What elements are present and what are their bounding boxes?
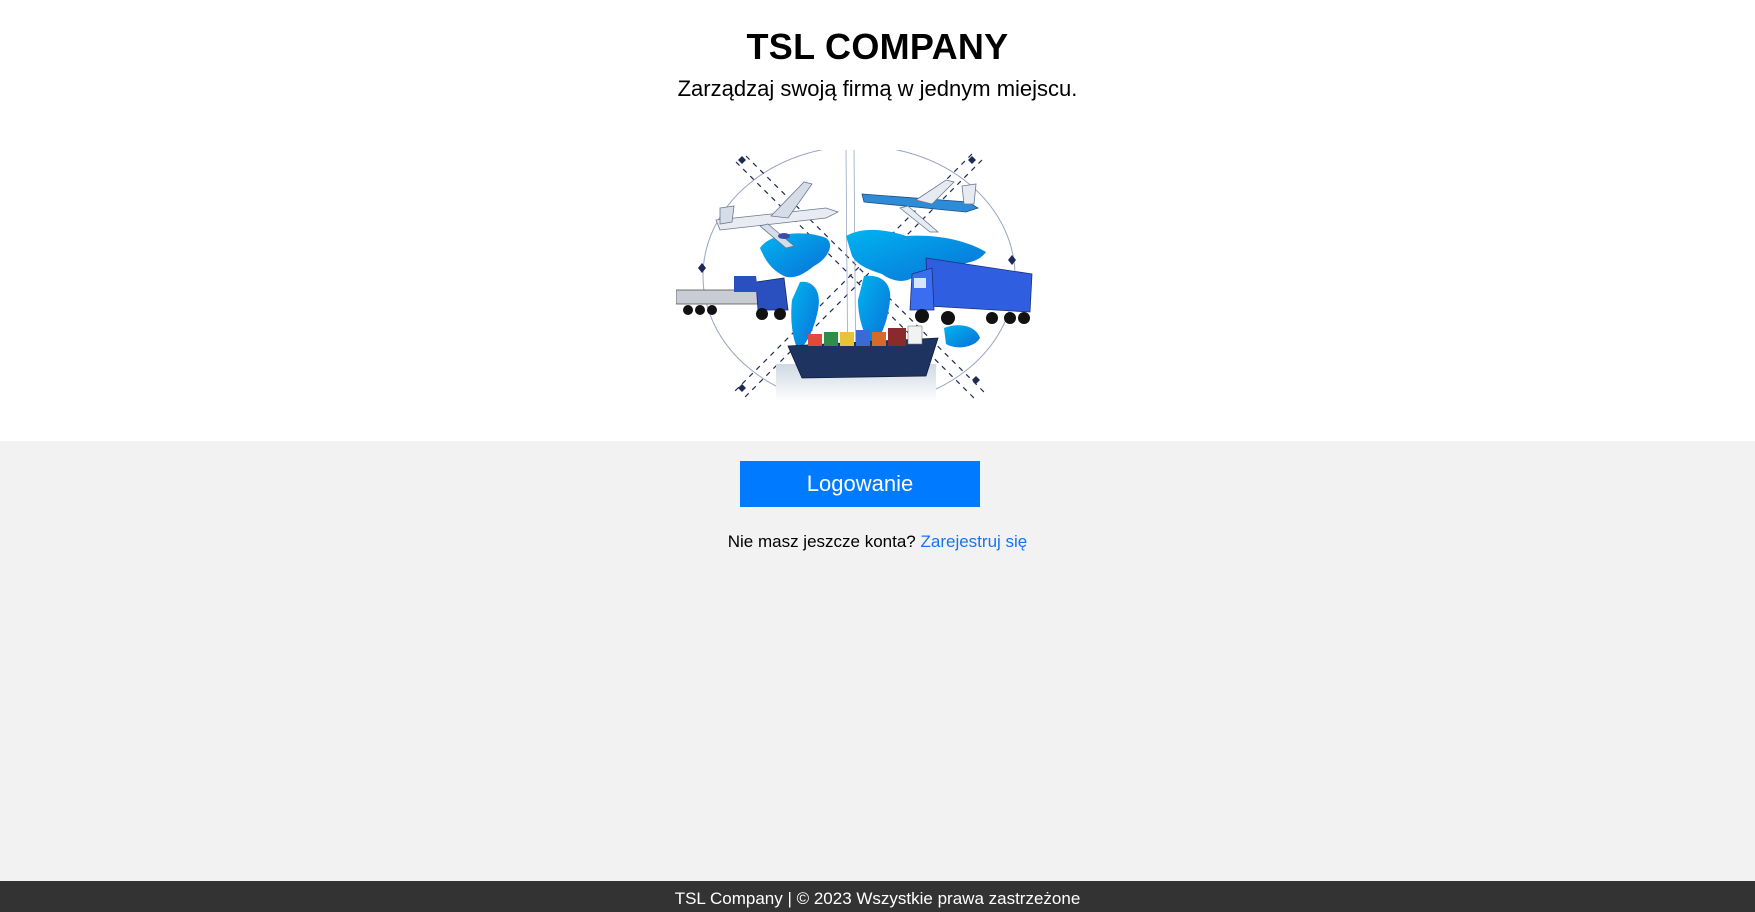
truck-icon bbox=[909, 257, 1033, 325]
register-prompt: Nie masz jeszcze konta? bbox=[727, 532, 916, 551]
page: TSL COMPANY Zarządzaj swoją firmą w jedn… bbox=[0, 0, 1755, 912]
logistics-globe-illustration bbox=[676, 150, 1033, 402]
airplane-icon bbox=[861, 179, 979, 233]
hero-section: TSL COMPANY Zarządzaj swoją firmą w jedn… bbox=[0, 0, 1755, 441]
login-button[interactable]: Logowanie bbox=[740, 461, 980, 507]
footer: TSL Company | © 2023 Wszystkie prawa zas… bbox=[0, 881, 1755, 912]
tagline: Zarządzaj swoją firmą w jednym miejscu. bbox=[677, 76, 1078, 101]
footer-text: TSL Company | © 2023 Wszystkie prawa zas… bbox=[674, 889, 1081, 908]
page-title: TSL COMPANY bbox=[746, 26, 1009, 67]
auth-section: Logowanie Nie masz jeszcze konta? Zareje… bbox=[0, 441, 1755, 881]
register-link[interactable]: Zarejestruj się bbox=[921, 532, 1028, 551]
register-prompt-line: Nie masz jeszcze konta? Zarejestruj się bbox=[0, 532, 1755, 552]
truck-icon bbox=[676, 276, 789, 320]
